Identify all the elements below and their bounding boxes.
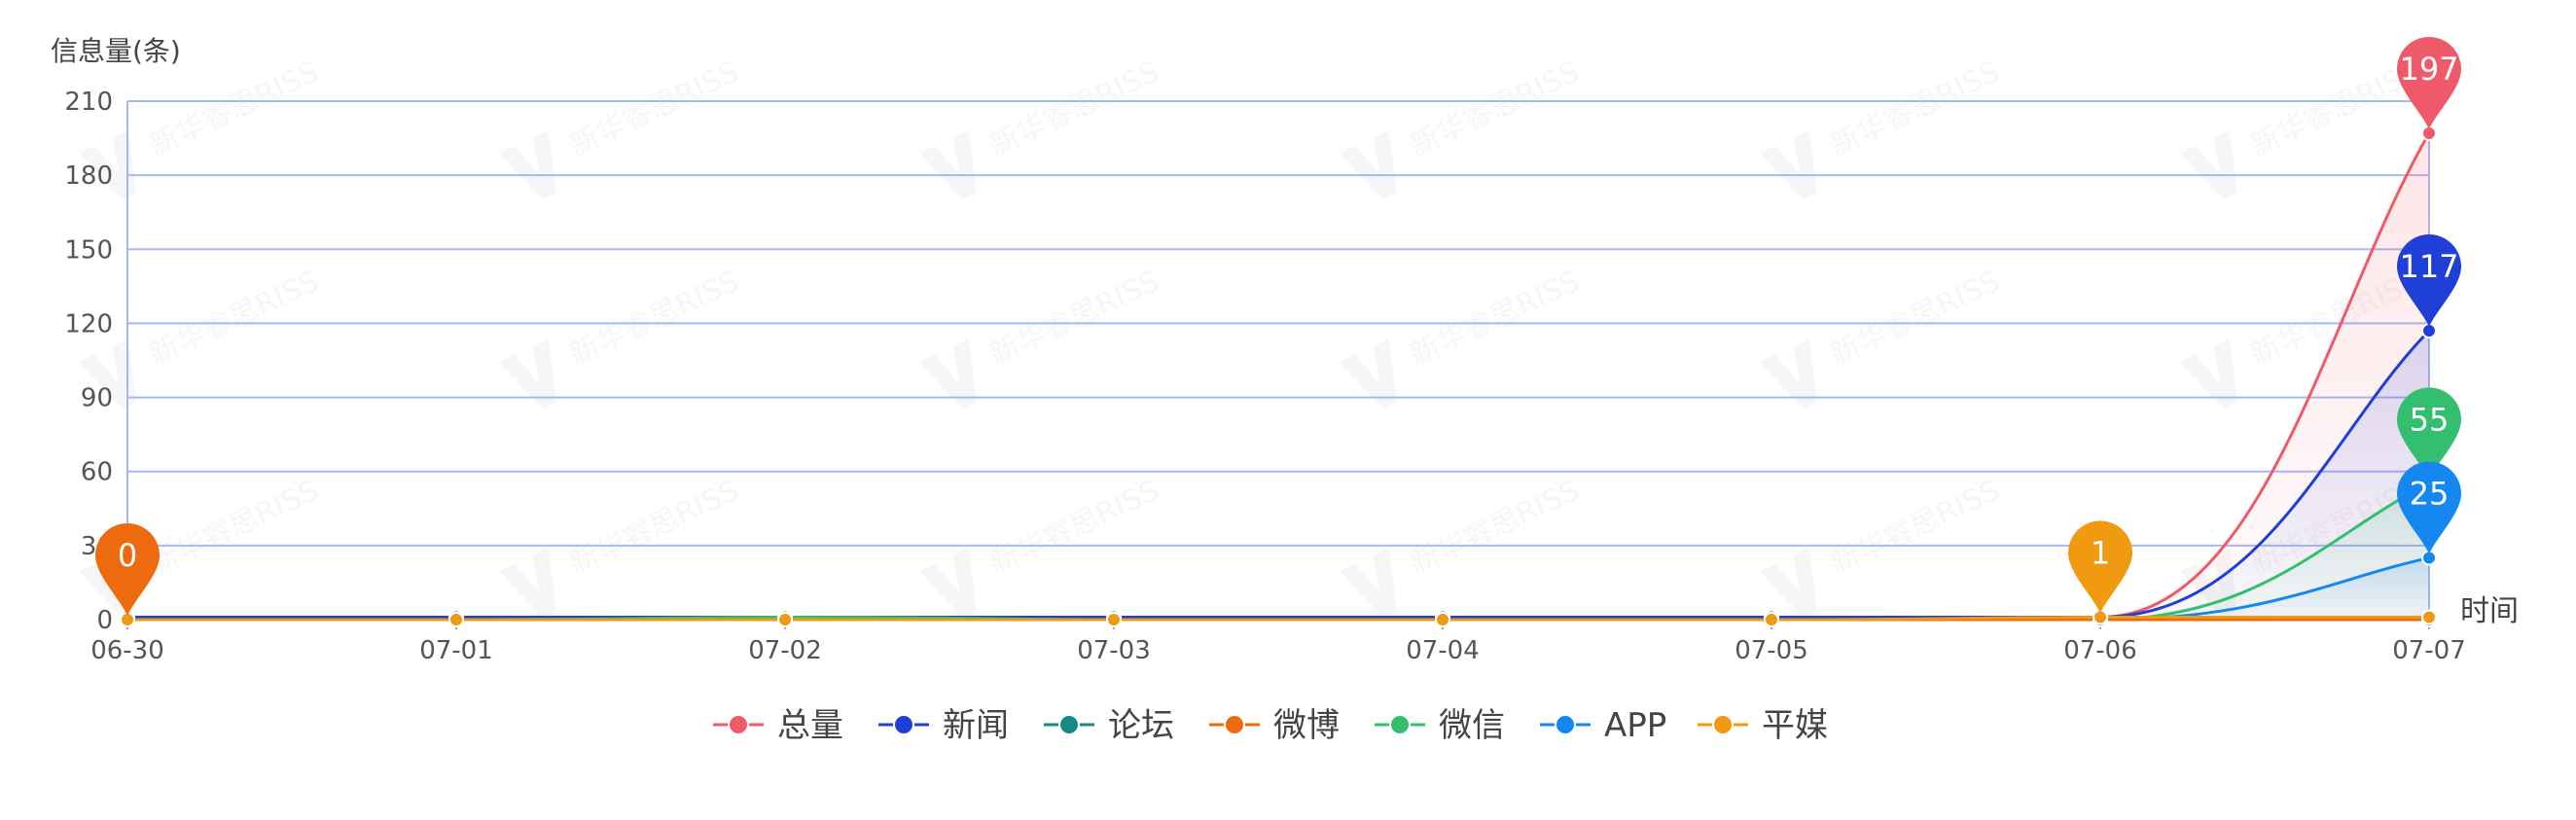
x-axis-title: 时间 <box>2460 594 2519 628</box>
legend-dot-icon <box>1389 714 1411 735</box>
legend-item-APP: APP <box>1540 706 1666 745</box>
watermark-mark: 新华睿思RISS <box>1339 55 1585 200</box>
watermark-mark: 新华睿思RISS <box>1759 265 2005 410</box>
watermark-logo-icon <box>918 129 977 200</box>
legend-dot-icon <box>1058 714 1080 735</box>
watermark-text: 新华睿思RISS <box>984 474 1164 582</box>
legend-label: 总量 <box>777 706 843 745</box>
watermark-logo-icon <box>1759 339 1817 410</box>
watermark-text: 新华睿思RISS <box>144 265 324 373</box>
marker-label: 197 <box>2399 51 2458 88</box>
watermark-logo-icon <box>498 129 556 200</box>
watermark-mark: 新华睿思RISS <box>498 55 744 200</box>
legend-item-平媒: 平媒 <box>1698 706 1828 745</box>
watermark-mark: 新华睿思RISS <box>78 265 324 410</box>
watermark-mark: 新华睿思RISS <box>78 55 324 200</box>
watermark-mark: 新华睿思RISS <box>1339 265 1585 410</box>
watermark-text: 新华睿思RISS <box>1405 55 1585 163</box>
watermark-logo-icon <box>498 548 556 619</box>
watermark-logo-icon <box>918 548 977 619</box>
watermark-text: 新华睿思RISS <box>1405 265 1585 373</box>
marker-pin-微博: 0 <box>95 523 160 616</box>
watermark-logo-icon <box>498 339 556 410</box>
y-tick-label: 150 <box>64 235 113 265</box>
data-point-平媒 <box>1435 612 1450 627</box>
watermark-mark: 新华睿思RISS <box>918 265 1164 410</box>
data-point-平媒 <box>1106 612 1122 627</box>
marker-pin-平媒: 1 <box>2068 520 2132 614</box>
marker-label: 117 <box>2399 248 2458 285</box>
data-point-平媒 <box>1764 612 1779 627</box>
x-tick-label: 07-01 <box>419 636 493 665</box>
marker-pin-总量: 197 <box>2397 36 2461 129</box>
y-tick-label: 60 <box>81 458 113 487</box>
watermark-text: 新华睿思RISS <box>984 265 1164 373</box>
chart-svg: 新华睿思RISS 新华睿思RISS 新华睿思RISS 新华睿思RISS 新华睿思RISS… <box>51 35 2519 745</box>
x-tick-label: 07-06 <box>2063 636 2137 665</box>
marker-label: 25 <box>2410 476 2450 513</box>
legend-label: 平媒 <box>1762 706 1828 745</box>
legend-dot-icon <box>728 714 749 735</box>
data-point-平媒 <box>448 612 464 627</box>
watermark-mark: 新华睿思RISS <box>918 55 1164 200</box>
watermark-text: 新华睿思RISS <box>144 474 324 582</box>
x-tick-label: 07-07 <box>2392 636 2466 665</box>
marker-label: 0 <box>118 537 137 574</box>
legend-item-微博: 微博 <box>1209 706 1340 745</box>
legend-dot-icon <box>1712 714 1734 735</box>
watermark-logo-icon <box>1339 129 1397 200</box>
watermark-logo-icon <box>1339 339 1397 410</box>
watermark-text: 新华睿思RISS <box>144 55 324 163</box>
watermark-mark: 新华睿思RISS <box>498 265 744 410</box>
watermark-mark: 新华睿思RISS <box>2179 55 2425 200</box>
x-tick-label: 07-02 <box>748 636 822 665</box>
watermark-text: 新华睿思RISS <box>564 474 744 582</box>
watermark-text: 新华睿思RISS <box>1405 474 1585 582</box>
watermark-logo-icon <box>1759 129 1817 200</box>
marker-label: 1 <box>2091 534 2110 571</box>
y-axis-title: 信息量(条) <box>51 35 181 67</box>
data-point-平媒 <box>2421 609 2437 625</box>
legend-item-微信: 微信 <box>1375 706 1505 745</box>
watermark-text: 新华睿思RISS <box>1825 474 2005 582</box>
legend-item-总量: 总量 <box>713 706 843 745</box>
watermark-logo-icon <box>2179 339 2237 410</box>
legend-label: 论坛 <box>1108 706 1174 745</box>
marker-label: 55 <box>2410 401 2450 438</box>
y-tick-label: 180 <box>64 161 113 191</box>
watermark-logo-icon <box>1339 548 1397 619</box>
legend-label: 新闻 <box>943 706 1009 745</box>
x-tick-label: 07-04 <box>1406 636 1480 665</box>
watermark-logo-icon <box>2179 129 2237 200</box>
x-tick-label: 07-05 <box>1735 636 1808 665</box>
watermark-text: 新华睿思RISS <box>984 55 1164 163</box>
y-tick-label: 210 <box>64 88 113 117</box>
y-tick-label: 90 <box>81 384 113 413</box>
legend-dot-icon <box>893 714 914 735</box>
watermark-text: 新华睿思RISS <box>1825 265 2005 373</box>
watermark-text: 新华睿思RISS <box>564 265 744 373</box>
watermark-text: 新华睿思RISS <box>564 55 744 163</box>
legend-label: APP <box>1604 706 1666 745</box>
line-chart: 新华睿思RISS 新华睿思RISS 新华睿思RISS 新华睿思RISS 新华睿思RISS… <box>0 0 2576 816</box>
y-tick-label: 120 <box>64 309 113 339</box>
legend-label: 微博 <box>1273 706 1340 745</box>
legend-label: 微信 <box>1439 706 1505 745</box>
y-tick-label: 0 <box>96 606 113 635</box>
watermark-mark: 新华睿思RISS <box>1759 55 2005 200</box>
watermark-text: 新华睿思RISS <box>1825 55 2005 163</box>
x-tick-label: 07-03 <box>1077 636 1151 665</box>
legend-dot-icon <box>1555 714 1576 735</box>
x-tick-label: 06-30 <box>90 636 164 665</box>
watermark-logo-icon <box>918 339 977 410</box>
legend-item-新闻: 新闻 <box>878 706 1009 745</box>
legend-item-论坛: 论坛 <box>1044 706 1174 745</box>
legend-dot-icon <box>1224 714 1245 735</box>
data-point-平媒 <box>777 612 793 627</box>
